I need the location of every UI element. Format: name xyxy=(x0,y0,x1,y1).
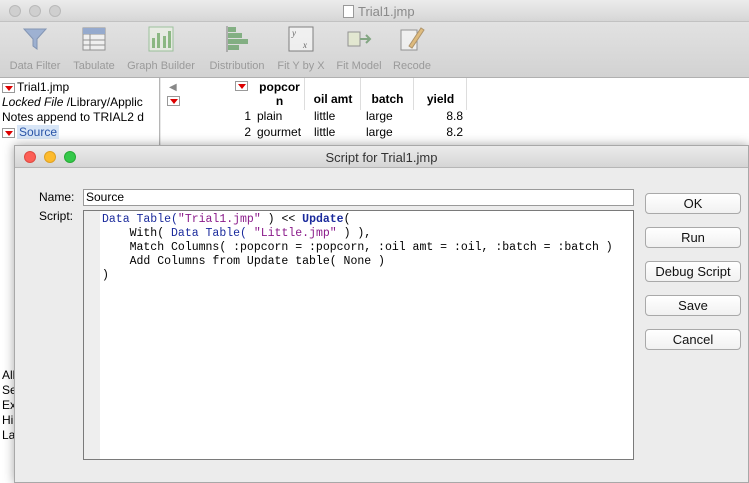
recode-icon xyxy=(400,27,425,51)
script-code: Data Table("Trial1.jmp" ) << Update( Wit… xyxy=(102,213,613,283)
toolbar-fit-model[interactable]: Fit Model xyxy=(332,24,386,72)
code-line: With( Data Table( "Little.jmp" ) ), xyxy=(102,227,372,240)
save-button[interactable]: Save xyxy=(645,295,741,316)
toolbar-data-filter[interactable]: Data Filter xyxy=(4,24,66,72)
name-field[interactable]: Source xyxy=(83,189,634,206)
document-icon xyxy=(343,5,354,18)
code-line: Data Table("Trial1.jmp" ) << Update( xyxy=(102,213,351,226)
debug-script-button[interactable]: Debug Script xyxy=(645,261,741,282)
rows-red-triangle-icon[interactable] xyxy=(167,96,180,106)
toolbar: Data Filter Tabulate Graph Builder Distr… xyxy=(0,22,749,78)
fit-model-icon xyxy=(347,31,372,47)
notes-row: Notes append to TRIAL2 d xyxy=(2,110,144,124)
graph-builder-icon xyxy=(148,26,174,52)
column-header-oil-amt[interactable]: oil amt xyxy=(306,78,361,110)
column-header-popcorn[interactable]: popcor n xyxy=(255,78,305,110)
red-triangle-menu-icon[interactable] xyxy=(2,82,15,93)
script-editor[interactable]: Data Table("Trial1.jmp" ) << Update( Wit… xyxy=(83,210,634,460)
script-dialog: Script for Trial1.jmp Name: Source Scrip… xyxy=(14,145,749,483)
code-line: Add Columns from Update table( None ) xyxy=(102,255,385,268)
line-gutter xyxy=(84,211,100,459)
script-label: Script: xyxy=(39,209,74,223)
toolbar-fit-y-by-x[interactable]: y x Fit Y by X xyxy=(272,24,330,72)
table-name-row[interactable]: Trial1.jmp xyxy=(0,80,159,95)
dialog-title: Script for Trial1.jmp xyxy=(325,150,438,165)
ok-button[interactable]: OK xyxy=(645,193,741,214)
scroll-left-icon[interactable]: ◀ xyxy=(169,82,177,93)
partial-panel-labels: All Se Ex Hi La xyxy=(2,368,14,442)
dialog-titlebar: Script for Trial1.jmp xyxy=(15,146,748,168)
svg-text:x: x xyxy=(302,40,307,50)
column-header-yield[interactable]: yield xyxy=(415,78,467,110)
column-header-batch[interactable]: batch xyxy=(362,78,414,110)
svg-text:y: y xyxy=(291,28,296,38)
main-close-button[interactable] xyxy=(9,5,21,17)
code-line: ) xyxy=(102,269,109,282)
main-zoom-button[interactable] xyxy=(49,5,61,17)
data-grid: ◀ popcor n oil amt batch yield 1 plain l… xyxy=(161,78,749,148)
fit-y-by-x-icon: y x xyxy=(288,26,314,52)
cancel-button[interactable]: Cancel xyxy=(645,329,741,350)
toolbar-recode[interactable]: Recode xyxy=(388,24,436,72)
distribution-icon xyxy=(226,26,248,52)
main-window-title: Trial1.jmp xyxy=(343,4,415,19)
tabulate-icon xyxy=(82,27,106,51)
code-line: Match Columns( :popcorn = :popcorn, :oil… xyxy=(102,241,613,254)
toolbar-graph-builder[interactable]: Graph Builder xyxy=(122,24,200,72)
columns-red-triangle-icon[interactable] xyxy=(235,81,248,91)
red-triangle-menu-icon[interactable] xyxy=(2,127,15,138)
toolbar-tabulate[interactable]: Tabulate xyxy=(68,24,120,72)
name-label: Name: xyxy=(39,190,75,204)
main-window-titlebar: Trial1.jmp xyxy=(0,0,749,22)
toolbar-distribution[interactable]: Distribution xyxy=(204,24,270,72)
run-button[interactable]: Run xyxy=(645,227,741,248)
source-script-item[interactable]: Source xyxy=(0,125,159,140)
main-minimize-button[interactable] xyxy=(29,5,41,17)
locked-file-row: Locked File /Library/Applic xyxy=(2,95,143,109)
data-filter-icon xyxy=(22,28,48,50)
